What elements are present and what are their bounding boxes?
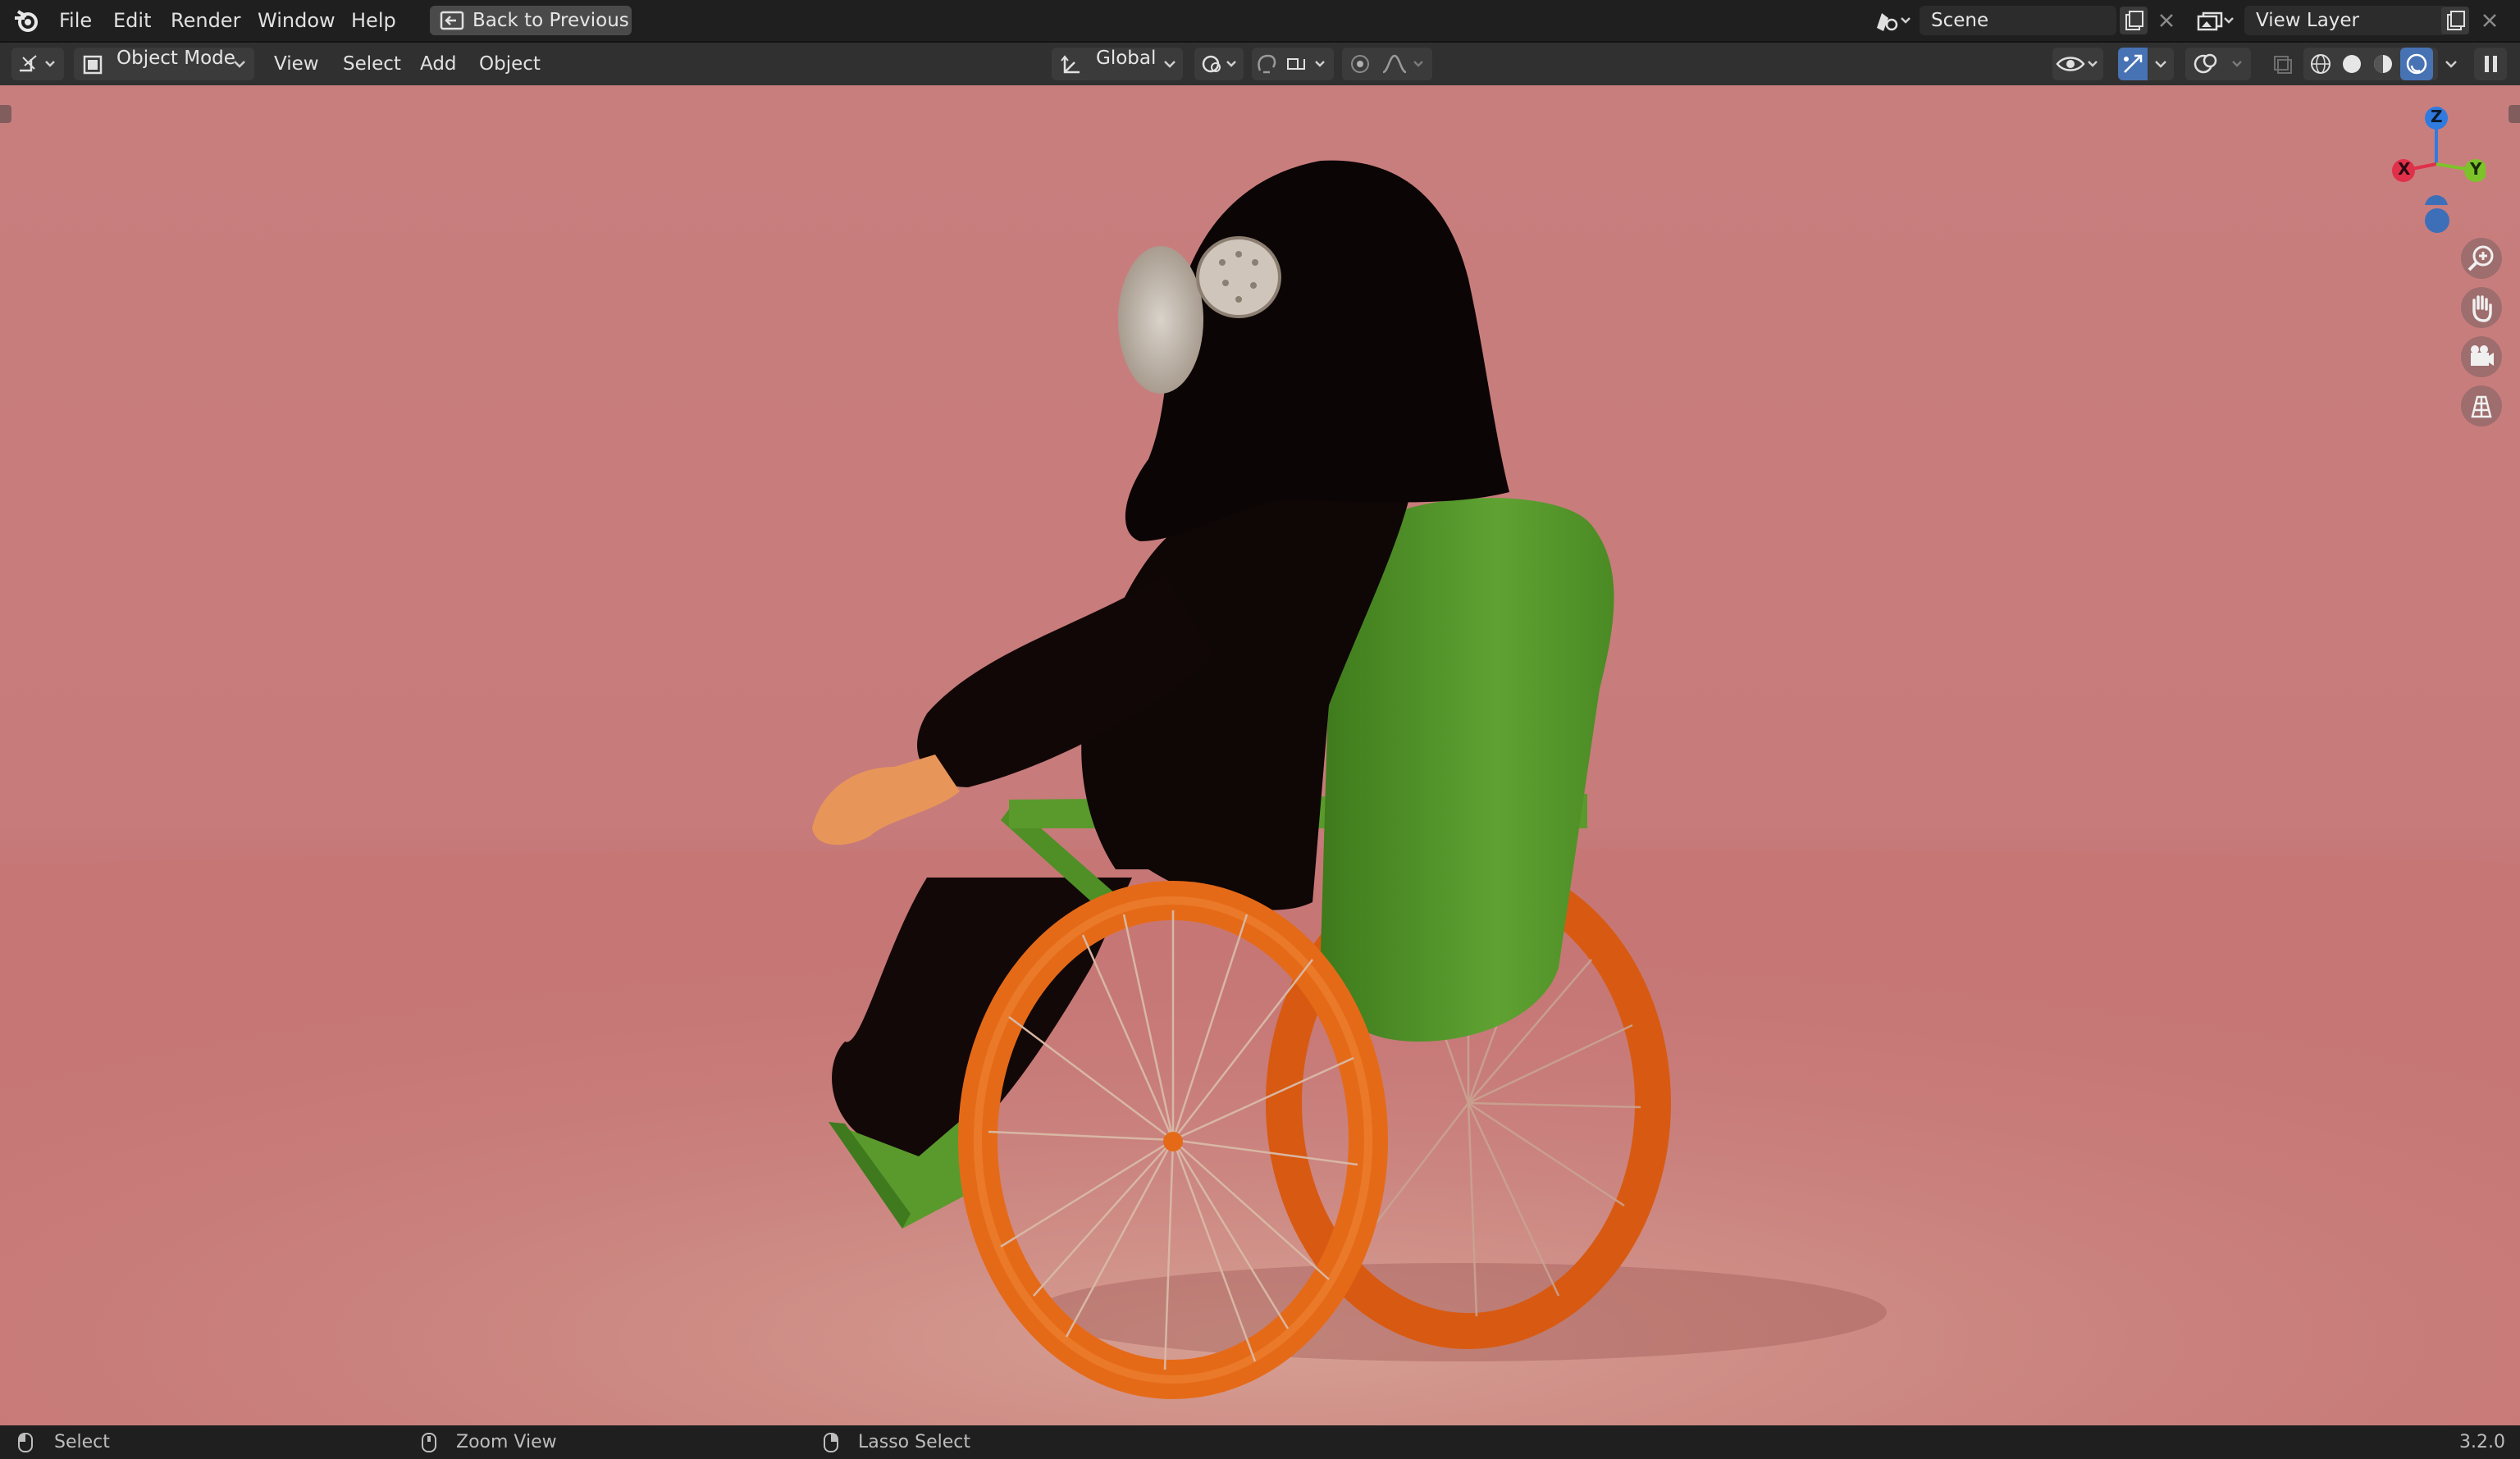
status-left-action: Select [54,1432,110,1452]
scene-type-icon[interactable] [1872,8,1913,33]
shading-modes [2303,48,2438,80]
proportional-icon[interactable] [1342,48,1432,80]
top-menubar: File Edit Render Window Help Back to Pre… [0,0,2520,43]
back-label: Back to Previous [472,10,629,31]
mouse-middle-icon [422,1433,436,1452]
gizmo-icon [2124,54,2143,73]
sidebar-collapse-handle[interactable] [2509,105,2520,123]
grid-icon[interactable] [2461,385,2502,426]
menu-window[interactable]: Window [248,0,345,41]
menu-help[interactable]: Help [341,0,406,41]
snap-icon[interactable] [1252,48,1334,80]
gizmo-dropdown[interactable] [2148,48,2174,80]
mouse-right-icon [824,1433,838,1452]
transform-orientation-dropdown[interactable]: Global [1052,48,1183,80]
zoom-icon[interactable] [2461,238,2502,279]
version-label: 3.2.0 [2459,1432,2505,1452]
pause-render-icon[interactable] [2474,48,2507,80]
view-layer-field[interactable]: View Layer [2244,6,2448,35]
mouse-left-icon [18,1433,33,1452]
3d-viewport[interactable]: Z X Y [0,85,2520,1425]
gizmo-x-label: X [2398,159,2411,179]
new-view-layer-icon[interactable] [2441,7,2469,34]
new-scene-icon[interactable] [2120,7,2148,34]
back-to-previous-button[interactable]: Back to Previous [430,6,632,35]
delete-view-layer-icon[interactable] [2476,7,2504,34]
view-layer-name: View Layer [2256,10,2360,31]
view-layer-icon[interactable] [2195,8,2236,33]
back-icon [440,11,464,30]
pivot-icon[interactable] [1194,48,1244,80]
gizmo-y-label: Y [2470,159,2482,179]
navigation-gizmo[interactable]: Z X Y [2379,98,2487,218]
gizmo-z-label: Z [2431,107,2443,126]
blender-logo-icon[interactable] [13,8,39,33]
object-mode-dropdown[interactable]: Object Mode [74,48,254,80]
object-mode-label: Object Mode [116,48,235,69]
material-icon[interactable] [2369,51,2397,77]
shading-dropdown[interactable] [2440,48,2464,80]
hand-icon[interactable] [2461,287,2502,328]
menu-object[interactable]: Object [479,48,541,80]
status-middle-action: Zoom View [456,1432,557,1452]
menu-file[interactable]: File [49,0,102,41]
solid-icon[interactable] [2338,51,2366,77]
scene-field[interactable]: Scene [1920,6,2116,35]
rendered-scene [0,160,2520,1425]
transform-orientation-icon [1061,55,1080,74]
scene-name: Scene [1931,10,1989,31]
object-mode-icon [83,55,103,75]
menu-add[interactable]: Add [420,48,457,80]
rendered-icon[interactable] [2400,48,2433,80]
editor-type-icon[interactable] [11,48,64,80]
gizmo-toggle[interactable] [2118,48,2148,80]
transform-orientation-label: Global [1096,48,1157,69]
camera-icon[interactable] [2461,336,2502,377]
status-bar: Select Zoom View Lasso Select 3.2.0 [0,1425,2520,1459]
gizmo-negative-axis[interactable] [2425,208,2449,233]
viewport-header: Object Mode View Select Add Object Globa… [0,43,2520,85]
delete-scene-icon[interactable] [2152,7,2180,34]
visibility-icon[interactable] [2052,48,2103,80]
menu-select[interactable]: Select [343,48,401,80]
menu-render[interactable]: Render [161,0,250,41]
status-right-action: Lasso Select [858,1432,970,1452]
toolbar-collapse-handle[interactable] [0,105,11,123]
xray-icon[interactable] [2267,48,2297,80]
menu-view[interactable]: View [274,48,319,80]
menu-edit[interactable]: Edit [103,0,161,41]
wireframe-icon[interactable] [2307,51,2335,77]
overlay-icon[interactable] [2185,48,2251,80]
